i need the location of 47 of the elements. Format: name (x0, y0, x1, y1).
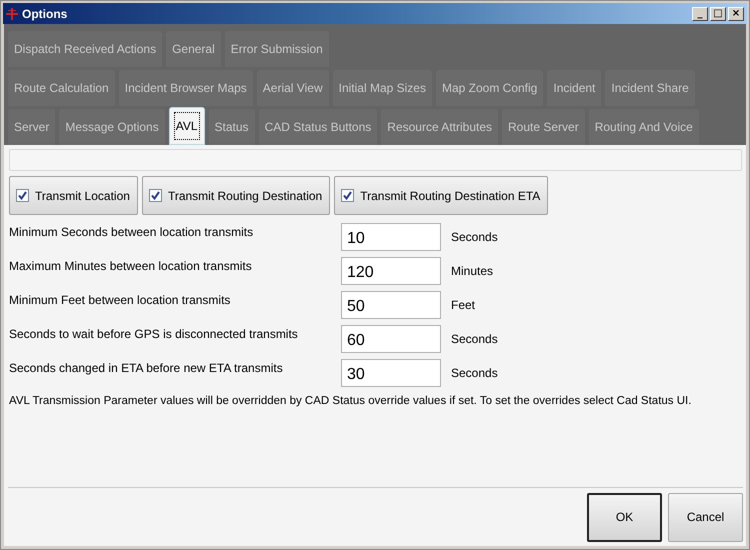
window-control-button[interactable]: □ (710, 6, 726, 20)
field-label: Minimum Feet between location transmits (9, 292, 232, 307)
unit-label: Minutes (451, 264, 494, 278)
number-field[interactable]: 30 (341, 359, 441, 387)
tab[interactable]: Server (8, 109, 56, 145)
tab[interactable]: Status (208, 109, 255, 145)
tab[interactable]: CAD Status Buttons (258, 109, 378, 145)
window-control-button[interactable]: × (728, 6, 744, 20)
unit-label: Seconds (451, 332, 499, 346)
tab[interactable]: Message Options (59, 109, 165, 145)
tab[interactable]: Resource Attributes (381, 109, 498, 145)
window-title: Options (22, 6, 68, 20)
field-label: Maximum Minutes between location transmits (9, 258, 253, 273)
dialog-button[interactable]: Cancel (668, 492, 743, 542)
tab[interactable]: Error Submission (224, 31, 329, 67)
tab[interactable]: Incident Share (605, 70, 695, 106)
unit-label: Seconds (451, 366, 499, 380)
checkbox-button[interactable]: Transmit Routing Destination (142, 176, 330, 215)
tab[interactable]: AVL (168, 107, 205, 145)
number-field[interactable]: 10 (341, 223, 441, 251)
number-field[interactable]: 120 (341, 257, 441, 285)
unit-label: Seconds (451, 230, 499, 244)
checkbox[interactable] (16, 189, 29, 202)
field-label: Seconds to wait before GPS is disconnected transmits (9, 326, 299, 341)
unit-label: Feet (451, 298, 476, 312)
field-label: Minimum Seconds between location transmits (9, 224, 254, 239)
tab[interactable]: Initial Map Sizes (332, 70, 432, 106)
tab[interactable]: Route Calculation (8, 70, 115, 106)
note-text: AVL Transmission Parameter values will be overridden by CAD Status override values if set. To set the overrides select Cad Status UI. (9, 395, 692, 407)
tab[interactable]: Incident (547, 70, 602, 106)
app-logo-icon (6, 8, 18, 20)
checkbox-button[interactable]: Transmit Routing Destination ETA (334, 176, 548, 215)
checkbox[interactable] (341, 189, 354, 202)
window-control-button[interactable]: _ (692, 6, 708, 20)
tab[interactable]: Routing And Voice (588, 109, 699, 145)
tab[interactable]: Route Server (502, 109, 585, 145)
checkbox-button[interactable]: Transmit Location (9, 176, 138, 215)
checkbox[interactable] (148, 189, 162, 202)
field-label: Seconds changed in ETA before new ETA transmits (9, 360, 284, 375)
number-field[interactable]: 60 (341, 325, 441, 353)
dialog-button[interactable]: OK (587, 492, 662, 542)
tab[interactable]: Aerial View (256, 70, 329, 106)
tab[interactable]: Incident Browser Maps (118, 70, 253, 106)
tab[interactable]: Map Zoom Config (436, 70, 544, 106)
number-field[interactable]: 50 (341, 291, 441, 319)
tab[interactable]: Dispatch Received Actions (8, 31, 162, 67)
tab[interactable]: General (166, 31, 221, 67)
